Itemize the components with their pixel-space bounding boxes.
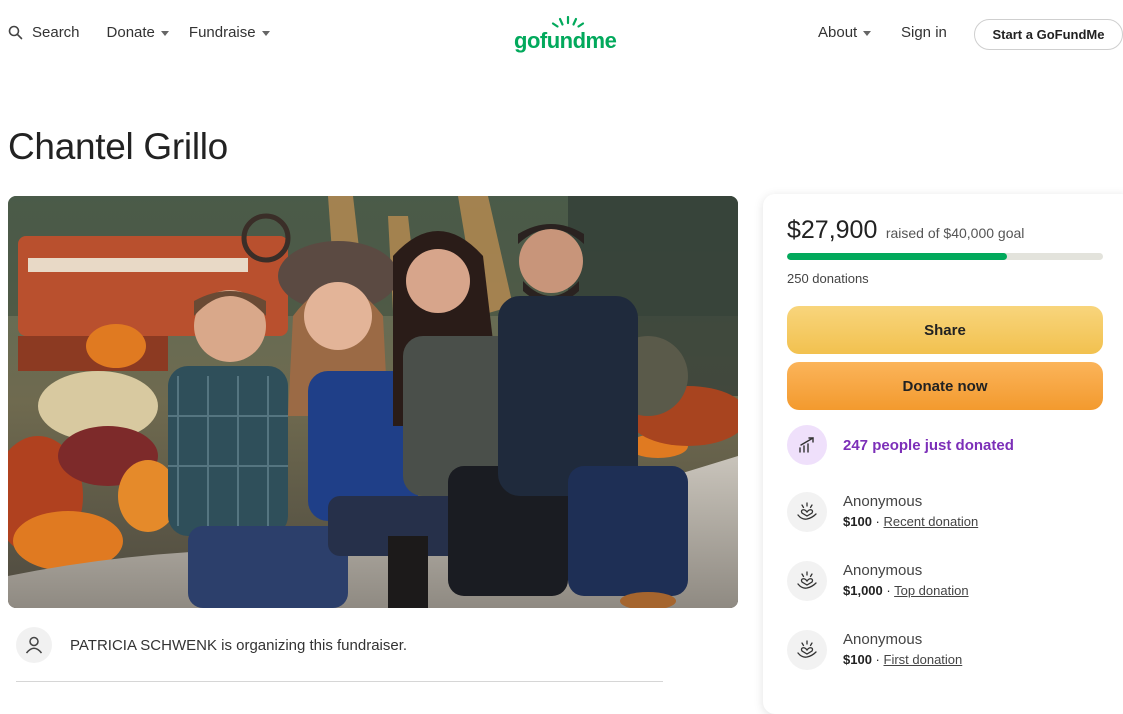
donor-avatar bbox=[787, 492, 827, 532]
trending-up-icon bbox=[799, 437, 814, 453]
search-icon bbox=[8, 25, 23, 40]
donor-avatar bbox=[787, 561, 827, 601]
nav-fundraise-label: Fundraise bbox=[188, 24, 256, 41]
raised-goal-text: raised of $40,000 goal bbox=[885, 225, 1025, 241]
trend-text: 247 people just donated bbox=[843, 436, 1014, 454]
donor-avatar bbox=[787, 630, 827, 670]
donor-item: Anonymous $100 · First donation bbox=[787, 630, 962, 670]
recent-activity: 247 people just donated bbox=[787, 425, 1014, 465]
nav-donate-label: Donate bbox=[106, 24, 155, 41]
progress-bar bbox=[787, 253, 1103, 260]
donor-details: Anonymous $100 · First donation bbox=[843, 630, 962, 667]
family-photo bbox=[8, 196, 738, 608]
donor-tag-link[interactable]: Top donation bbox=[894, 583, 968, 598]
separator-dot: · bbox=[886, 583, 895, 598]
donor-name: Anonymous bbox=[843, 631, 923, 648]
donor-item: Anonymous $1,000 · Top donation bbox=[787, 561, 969, 601]
organizer-row: PATRICIA SCHWENK is organizing this fund… bbox=[16, 627, 407, 663]
donor-tag-link[interactable]: Recent donation bbox=[884, 514, 979, 529]
donor-amount: $100 bbox=[843, 514, 872, 529]
heart-hand-icon bbox=[797, 502, 817, 520]
nav-donate[interactable]: Donate bbox=[107, 24, 169, 41]
heart-hand-icon bbox=[797, 640, 817, 658]
donor-name: Anonymous bbox=[843, 493, 923, 510]
progress-fill bbox=[787, 253, 1008, 260]
donor-amount: $1,000 bbox=[843, 583, 883, 598]
logo-text: gofundme bbox=[514, 28, 617, 53]
raised-amount: $27,900 bbox=[787, 216, 878, 244]
donor-details: Anonymous $1,000 · Top donation bbox=[843, 561, 969, 598]
share-button[interactable]: Share bbox=[787, 306, 1103, 354]
chevron-down-icon bbox=[160, 31, 169, 36]
section-divider bbox=[16, 681, 663, 682]
chevron-down-icon bbox=[261, 31, 270, 36]
nav-about-label: About bbox=[818, 24, 858, 41]
chevron-down-icon bbox=[863, 31, 872, 36]
gofundme-logo[interactable]: gofundme bbox=[514, 16, 620, 56]
donate-now-button[interactable]: Donate now bbox=[787, 362, 1103, 410]
trend-badge bbox=[787, 425, 827, 465]
donor-meta: $100 · First donation bbox=[843, 652, 962, 667]
nav-left: Search Donate Fundraise bbox=[8, 24, 270, 41]
organizer-text: PATRICIA SCHWENK is organizing this fund… bbox=[70, 636, 408, 654]
nav-fundraise[interactable]: Fundraise bbox=[189, 24, 270, 41]
campaign-hero-image[interactable] bbox=[8, 196, 738, 608]
separator-dot: · bbox=[875, 514, 884, 529]
start-gofundme-button[interactable]: Start a GoFundMe bbox=[974, 19, 1123, 50]
nav-signin[interactable]: Sign in bbox=[901, 24, 947, 41]
donation-card: $27,900 raised of $40,000 goal 250 donat… bbox=[763, 194, 1123, 714]
donation-count: 250 donations bbox=[787, 271, 869, 286]
user-icon bbox=[25, 636, 43, 654]
donor-meta: $100 · Recent donation bbox=[843, 514, 978, 529]
nav-about[interactable]: About bbox=[818, 24, 872, 41]
nav-signin-label: Sign in bbox=[901, 24, 947, 41]
raised-summary: $27,900 raised of $40,000 goal bbox=[787, 216, 1024, 245]
page-title: Chantel Grillo bbox=[8, 126, 228, 167]
donor-amount: $100 bbox=[843, 652, 872, 667]
organizer-avatar bbox=[16, 627, 52, 663]
nav-search[interactable]: Search bbox=[8, 24, 80, 41]
donor-tag-link[interactable]: First donation bbox=[884, 652, 963, 667]
donor-item: Anonymous $100 · Recent donation bbox=[787, 492, 978, 532]
donor-name: Anonymous bbox=[843, 562, 923, 579]
separator-dot: · bbox=[875, 652, 884, 667]
nav-search-label: Search bbox=[32, 24, 80, 41]
donor-meta: $1,000 · Top donation bbox=[843, 583, 969, 598]
donor-details: Anonymous $100 · Recent donation bbox=[843, 492, 978, 529]
heart-hand-icon bbox=[797, 571, 817, 589]
